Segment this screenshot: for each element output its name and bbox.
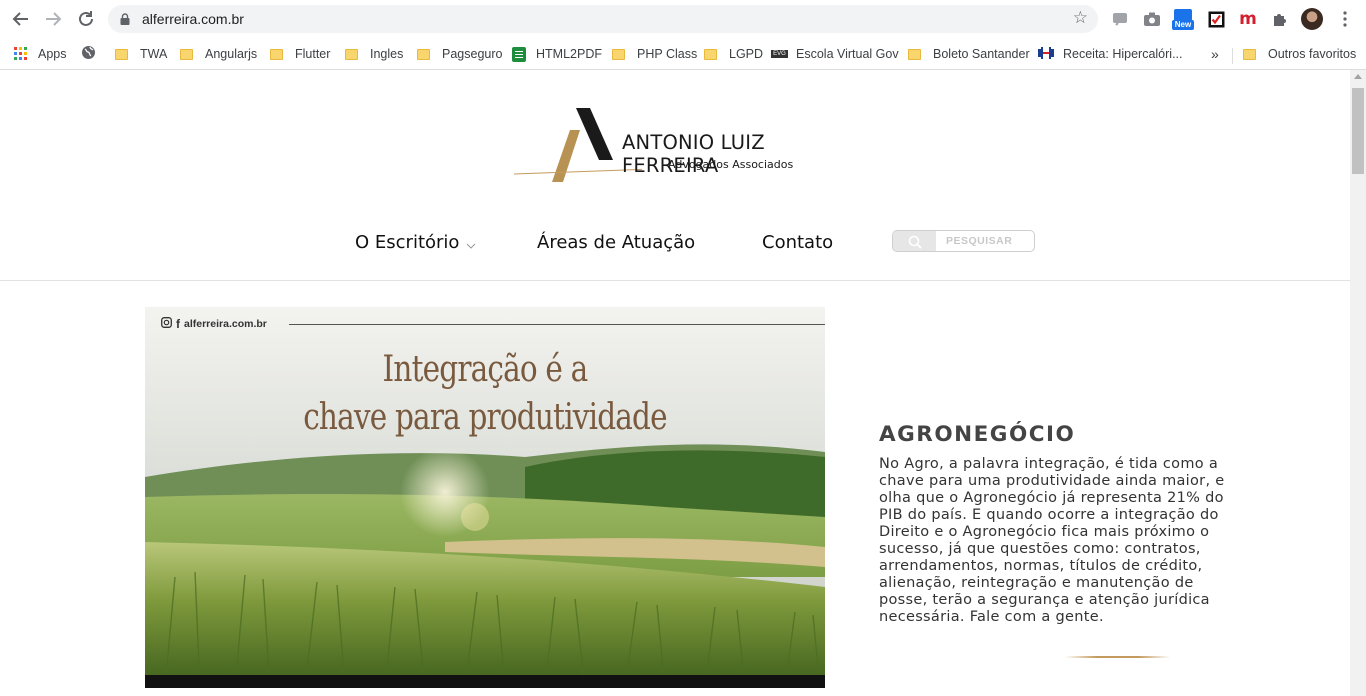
forward-arrow-icon[interactable] [42,8,64,30]
bookmark-separator [1232,48,1233,64]
camera-extension-icon[interactable] [1141,8,1163,30]
checkbox-extension-icon[interactable] [1205,8,1227,30]
address-bar[interactable]: alferreira.com.br ☆ [108,5,1098,33]
m-extension-label: m [1239,9,1257,29]
folder-icon [908,48,921,60]
folder-icon [270,48,283,60]
scroll-up-arrow-icon[interactable] [1354,74,1362,79]
back-arrow-icon[interactable] [10,8,32,30]
bookmark-label: HTML2PDF [536,47,602,61]
reload-icon[interactable] [75,8,97,30]
gov-icon: EVG [771,50,788,58]
new-extension-icon[interactable]: New [1172,8,1194,30]
bookmark-escola-virtual[interactable]: EVG Escola Virtual Gov [771,44,899,64]
bookmark-label: Ingles [370,47,404,61]
lock-icon [120,12,130,25]
translate-extension-icon[interactable] [1109,8,1131,30]
instagram-icon [161,317,172,331]
page-scrollbar[interactable] [1350,70,1366,696]
new-badge: New [1172,20,1194,30]
browser-toolbar: alferreira.com.br ☆ New m [0,0,1366,38]
hero-handle-text: alferreira.com.br [184,318,267,330]
folder-icon [612,48,625,60]
bookmark-apps[interactable]: Apps [14,44,67,64]
folder-icon [345,48,358,60]
bookmark-star-icon[interactable]: ☆ [1073,8,1088,28]
bookmarks-bar: Apps TWA Angularjs Flutter Ingles Pagseg… [0,38,1366,70]
folder-icon [115,48,128,60]
search-input[interactable]: PESQUISAR [892,230,1035,252]
search-placeholder: PESQUISAR [946,235,1013,247]
bookmark-label: Flutter [295,47,331,61]
nav-escritorio[interactable]: O Escritório [355,232,476,254]
site-logo[interactable]: ANTONIO LUIZ FERREIRA Advogados Associad… [512,106,842,186]
bookmark-flutter[interactable]: Flutter [270,44,330,64]
bookmark-label: Pagseguro [442,47,503,61]
bookmark-label: Escola Virtual Gov [796,47,899,61]
nav-contato[interactable]: Contato [762,232,833,253]
bookmark-twa[interactable]: TWA [115,44,167,64]
bookmark-lgpd[interactable]: LGPD [704,44,763,64]
apps-grid-icon [14,47,28,61]
hero-headline-line1: Integração é a [382,349,589,390]
bookmarks-overflow-button[interactable]: » [1211,44,1219,64]
bookmark-receita[interactable]: Receita: Hipercalóri... [1038,44,1183,64]
hero-banner-image[interactable]: f alferreira.com.br Integração é a chave… [145,307,825,688]
bookmark-label: PHP Class [637,47,698,61]
nav-label: O Escritório [355,232,460,253]
folder-icon [704,48,717,60]
bookmark-other-favorites[interactable]: Outros favoritos [1243,44,1356,64]
url-text: alferreira.com.br [142,11,244,27]
bookmark-boleto[interactable]: Boleto Santander [908,44,1030,64]
bookmark-ingles[interactable]: Ingles [345,44,403,64]
avatar[interactable] [1301,8,1323,30]
puzzle-extensions-icon[interactable] [1268,8,1290,30]
web-page: ANTONIO LUIZ FERREIRA Advogados Associad… [0,70,1350,696]
section-body: No Agro, a palavra integração, é tida co… [879,456,1225,625]
bookmark-html2pdf[interactable]: HTML2PDF [512,44,602,64]
scrollbar-thumb[interactable] [1352,88,1364,174]
bookmark-globe[interactable] [81,44,96,64]
globe-icon [81,45,96,63]
search-icon[interactable] [893,231,936,251]
logo-subtitle: Advogados Associados [668,158,794,171]
section-underline [1065,656,1170,658]
section-title: AGRONEGÓCIO [879,422,1076,447]
doc-icon [512,46,526,62]
bookmark-label: Boleto Santander [933,47,1030,61]
dumbbell-icon [1038,46,1054,62]
folder-icon [417,48,430,60]
bookmark-pagseguro[interactable]: Pagseguro [417,44,502,64]
bookmark-label: Outros favoritos [1268,47,1357,61]
bookmark-label: Apps [38,47,67,61]
hero-social-handle: f alferreira.com.br [161,317,267,331]
bookmark-php-class[interactable]: PHP Class [612,44,697,64]
chevron-down-icon [466,233,476,254]
header-divider [0,280,1350,281]
hero-headline-line2: chave para produtividade [303,397,667,438]
nav-areas-atuacao[interactable]: Áreas de Atuação [537,232,695,253]
folder-icon [180,48,193,60]
bookmark-angularjs[interactable]: Angularjs [180,44,257,64]
m-extension-icon[interactable]: m [1237,8,1259,30]
bookmark-label: Receita: Hipercalóri... [1063,47,1183,61]
hero-rule [289,324,825,325]
bookmark-label: TWA [140,47,168,61]
folder-icon [1243,48,1256,60]
bookmark-label: LGPD [729,47,764,61]
kebab-menu-icon[interactable] [1334,8,1356,30]
facebook-icon: f [176,317,180,331]
bookmark-label: Angularjs [205,47,258,61]
